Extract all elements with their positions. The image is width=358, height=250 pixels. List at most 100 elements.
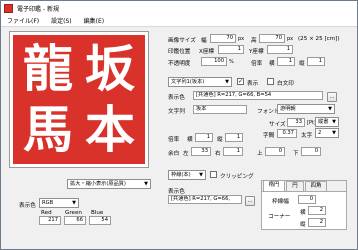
margin-label: 余白 (168, 151, 180, 157)
margin-left-input[interactable]: 33 (191, 147, 211, 156)
image-width-input[interactable]: 70 (210, 34, 236, 43)
margin-top-label: 上 (257, 151, 263, 157)
margin-bottom-label: 下 (293, 151, 299, 157)
chevron-down-icon: ▼ (225, 79, 229, 85)
corner-h-label: 縦 (300, 222, 306, 228)
width-label: 幅 (201, 38, 207, 44)
frame-width-label: 枠線幅 (272, 199, 289, 205)
image-height-input[interactable]: 70 (259, 34, 285, 43)
white-stamp-label: 白文印 (277, 81, 294, 87)
frame-shape-panel: 楕円 円 四角 枠線幅 0 コーナー 横 2 縦 2 (261, 180, 347, 230)
spacing-label: 字間 (263, 133, 275, 139)
corner-w-label: 横 (300, 210, 306, 216)
frame-color-field: [共通色] R=217, G=66, B=54 (168, 195, 242, 204)
y-pos-label: Y座標 (249, 49, 264, 55)
image-scale-w-label: 横 (269, 61, 275, 67)
menu-file[interactable]: ファイル(F) (1, 16, 45, 25)
opacity-unit: % (229, 59, 234, 65)
window-title: 電子印鑑 - 新規 (17, 5, 59, 13)
corner-w-input[interactable]: 2 (308, 206, 326, 215)
text-layer-value: 文字列1(坂本) (171, 79, 205, 85)
direction-select[interactable]: 縦書 ▼ (315, 117, 339, 127)
menu-edit[interactable]: 編集(E) (78, 16, 110, 25)
color-mode-select[interactable]: RGB ▼ (39, 198, 79, 208)
menu-bar: ファイル(F) 設定(S) 編集(E) (1, 15, 357, 27)
red-input[interactable]: 217 (39, 216, 61, 225)
show-label: 表示 (247, 81, 259, 87)
image-scale-label: 倍率 (251, 61, 263, 67)
opacity-input[interactable]: 100 (201, 57, 227, 66)
chevron-down-icon: ▼ (72, 200, 76, 206)
stamp-image: 龍 坂 馬 本 (13, 35, 145, 164)
margin-top-input[interactable]: 0 (265, 147, 285, 156)
show-checkbox[interactable]: ✓ (237, 78, 244, 85)
margin-right-label: 右 (215, 151, 221, 157)
zoom-select-value: 拡大・縮小表示(原品質) (70, 181, 126, 187)
color-mode-value: RGB (42, 200, 54, 206)
print-position-label: 印鑑位置 (168, 49, 191, 55)
frame-color-picker-button[interactable]: ... (245, 196, 255, 206)
text-scale-h-input[interactable]: 1 (225, 133, 243, 142)
spacing-input[interactable]: 0.37 (277, 129, 297, 138)
text-color-label: 表示色 (168, 95, 185, 101)
clipping-checkbox[interactable] (210, 171, 217, 178)
white-stamp-checkbox[interactable] (267, 78, 274, 85)
string-input[interactable]: 坂本 (193, 105, 247, 114)
frame-value: 枠線(本) (171, 172, 191, 178)
stamp-preview: 龍 坂 馬 本 (9, 31, 149, 168)
cm-note: (25 × 25 [cm]) (298, 36, 340, 42)
x-pos-label: X座標 (199, 49, 215, 55)
text-scale-w-input[interactable]: 1 (195, 133, 213, 142)
text-layer-select[interactable]: 文字列1(坂本) ▼ (168, 77, 232, 87)
image-scale-w-input[interactable]: 1 (277, 57, 295, 66)
font-select[interactable]: 游明朝 ▼ (277, 104, 335, 114)
direction-value: 縦書 (318, 119, 329, 125)
stamp-char-1: 龍 (23, 39, 73, 98)
margin-right-input[interactable]: 1 (223, 147, 243, 156)
width-unit: px (238, 36, 245, 42)
size-label: サイズ (269, 122, 286, 128)
stamp-char-4: 本 (85, 99, 135, 159)
text-color-picker-button[interactable]: ... (327, 92, 337, 102)
clipping-label: クリッピング (220, 174, 254, 180)
text-scale-h-label: 縦 (217, 137, 223, 143)
text-color-field: [共通色] R=217, G=66, B=54 (193, 91, 323, 100)
weight-value: 2 (318, 130, 322, 136)
margin-bottom-input[interactable]: 0 (301, 147, 321, 156)
size-input[interactable]: 33 (287, 118, 305, 127)
image-scale-h-label: 縦 (299, 61, 305, 67)
app-window: 電子印鑑 - 新規 ファイル(F) 設定(S) 編集(E) 龍 坂 馬 本 拡大… (0, 0, 358, 250)
stamp-char-2: 坂 (85, 39, 135, 98)
frame-width-input[interactable]: 0 (298, 195, 316, 204)
chevron-down-icon: ▼ (332, 130, 336, 136)
tab-circle[interactable]: 円 (286, 181, 304, 191)
tab-content: 枠線幅 0 コーナー 横 2 縦 2 (262, 191, 346, 229)
chevron-down-icon: ▼ (144, 181, 148, 187)
image-scale-h-input[interactable]: 1 (307, 57, 325, 66)
chevron-down-icon: ▼ (332, 119, 336, 125)
green-input[interactable]: 66 (64, 216, 86, 225)
stamp-char-3: 馬 (23, 99, 73, 159)
text-scale-label: 倍率 (168, 137, 180, 143)
weight-label: 太字 (301, 133, 313, 139)
frame-color-label: 表示色 (168, 189, 185, 195)
frame-select[interactable]: 枠線(本) ▼ (168, 170, 206, 180)
height-unit: px (287, 36, 294, 42)
font-value: 游明朝 (280, 106, 296, 112)
string-label: 文字列 (168, 109, 185, 115)
corner-label: コーナー (268, 214, 291, 220)
x-pos-input[interactable]: 1 (218, 45, 244, 54)
tab-ellipse[interactable]: 楕円 (263, 180, 285, 191)
text-scale-w-label: 横 (187, 137, 193, 143)
tab-square[interactable]: 四角 (305, 181, 327, 191)
margin-left-label: 左 (183, 151, 189, 157)
opacity-label: 不透明度 (168, 61, 191, 67)
menu-settings[interactable]: 設定(S) (45, 16, 78, 25)
zoom-select[interactable]: 拡大・縮小表示(原品質) ▼ (67, 179, 151, 189)
app-icon (4, 3, 13, 13)
blue-input[interactable]: 54 (89, 216, 111, 225)
y-pos-input[interactable]: 1 (267, 45, 293, 54)
corner-h-input[interactable]: 2 (308, 218, 326, 227)
weight-select[interactable]: 2 ▼ (315, 128, 339, 138)
chevron-down-icon: ▼ (199, 172, 203, 178)
